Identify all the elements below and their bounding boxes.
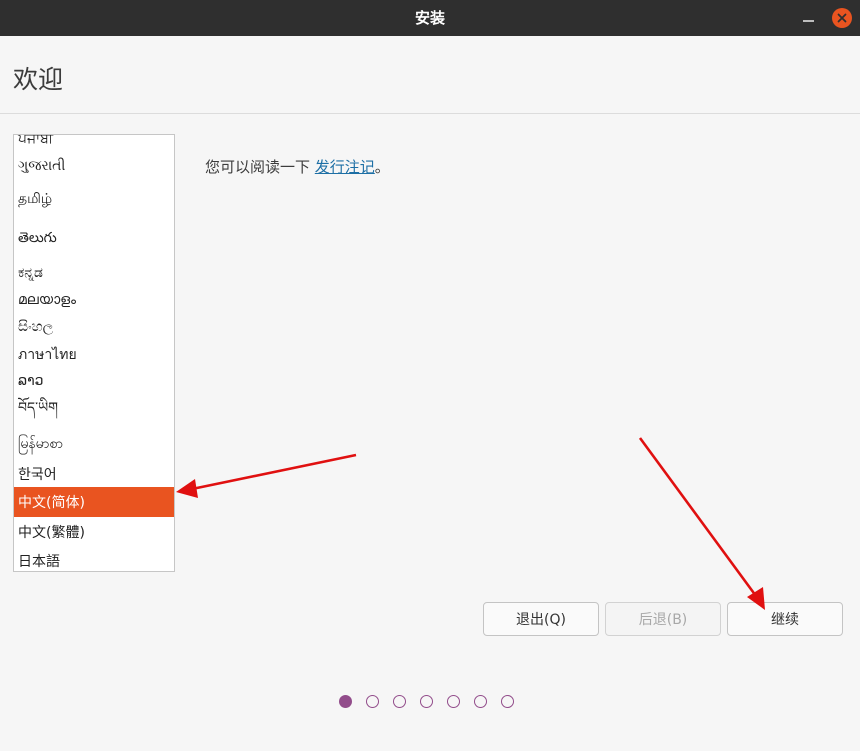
minimize-button[interactable] <box>798 8 818 28</box>
language-item[interactable]: தமிழ் <box>14 181 174 219</box>
language-item[interactable]: བོད་ཡིག <box>14 394 174 428</box>
release-notes-link[interactable]: 发行注记 <box>315 158 375 176</box>
progress-dot <box>447 695 460 708</box>
close-button[interactable] <box>832 8 852 28</box>
language-item[interactable]: తెలుగు <box>14 219 174 259</box>
language-list[interactable]: ਪੰਜਾਬੀ ગુજરાતી தமிழ் తెలుగు ಕನ್ನಡ മലയാളം සිංහල… <box>13 134 175 572</box>
window-titlebar: 安装 <box>0 0 860 36</box>
progress-dot <box>501 695 514 708</box>
progress-dot <box>366 695 379 708</box>
language-item[interactable]: မြန်မာစာ <box>14 428 174 460</box>
progress-dot <box>393 695 406 708</box>
arrow-to-selected-language <box>176 453 357 498</box>
progress-dot <box>474 695 487 708</box>
release-notes-prefix: 您可以阅读一下 <box>205 158 315 176</box>
language-item[interactable]: 中文(繁體) <box>14 517 174 546</box>
close-icon <box>837 13 847 23</box>
language-item[interactable]: മലയാളം <box>14 287 174 313</box>
language-item[interactable]: ਪੰਜਾਬੀ <box>14 135 174 151</box>
release-notes-text: 您可以阅读一下 发行注记。 <box>205 156 390 177</box>
language-list-items: ਪੰਜਾਬੀ ગુજરાતી தமிழ் తెలుగు ಕನ್ನಡ മലയാളം සිංහල… <box>14 135 174 571</box>
language-item[interactable]: සිංහල <box>14 313 174 341</box>
language-item[interactable]: ગુજરાતી <box>14 151 174 181</box>
page-title: 欢迎 <box>13 65 64 94</box>
arrow-to-continue-button <box>638 437 765 610</box>
progress-dot <box>420 695 433 708</box>
window-title: 安装 <box>414 9 445 27</box>
minimize-icon <box>802 20 814 22</box>
language-item[interactable]: ಕನ್ನಡ <box>14 259 174 287</box>
quit-button[interactable]: 退出(Q) <box>483 602 599 636</box>
progress-dot <box>339 695 352 708</box>
back-button[interactable]: 后退(B) <box>605 602 721 636</box>
language-item[interactable]: 한국어 <box>14 460 174 487</box>
release-notes-suffix: 。 <box>374 158 390 176</box>
language-item[interactable]: 中文(简体) <box>14 487 174 517</box>
language-item[interactable]: 日本語 <box>14 546 174 571</box>
continue-button[interactable]: 继续 <box>727 602 843 636</box>
language-item[interactable]: ภาษาไทย <box>14 341 174 368</box>
page-header: 欢迎 <box>0 36 860 114</box>
